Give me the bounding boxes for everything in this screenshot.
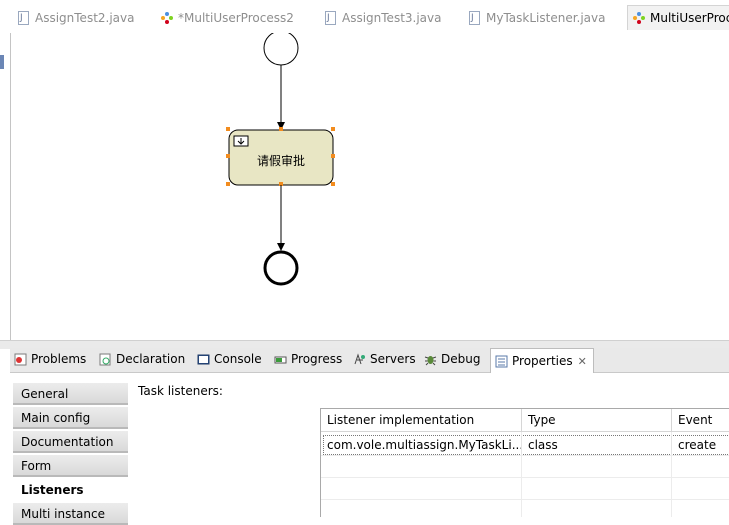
editor-tab-multiuserproc[interactable]: MultiUserProc bbox=[627, 5, 729, 30]
tab-progress[interactable]: Progress bbox=[270, 348, 342, 371]
tab-label: Debug bbox=[441, 352, 481, 366]
section-documentation[interactable]: Documentation bbox=[13, 431, 128, 453]
editor-tab-multiuserprocess2[interactable]: *MultiUserProcess2 bbox=[161, 9, 294, 27]
section-general[interactable]: General bbox=[13, 383, 128, 405]
java-file-icon bbox=[18, 9, 29, 27]
user-task-icon bbox=[233, 135, 249, 147]
section-form[interactable]: Form bbox=[13, 455, 128, 477]
editor-tab-label: MyTaskListener.java bbox=[486, 11, 606, 25]
bpmn-file-icon bbox=[161, 12, 173, 24]
editor-tab-assigntest3[interactable]: AssignTest3.java bbox=[325, 9, 442, 27]
left-gutter bbox=[0, 33, 11, 340]
bpmn-file-icon bbox=[633, 12, 645, 24]
problems-icon bbox=[14, 353, 27, 366]
java-file-icon bbox=[325, 9, 336, 27]
editor-tab-label: AssignTest3.java bbox=[342, 11, 442, 25]
end-event[interactable] bbox=[263, 250, 299, 286]
tab-debug[interactable]: Debug bbox=[420, 348, 480, 371]
tab-problems[interactable]: Problems bbox=[10, 348, 86, 371]
table-cell-type: class bbox=[522, 435, 672, 455]
column-header[interactable]: Type bbox=[522, 409, 672, 432]
column-header[interactable]: Listener implementation bbox=[321, 409, 522, 432]
tab-label: Console bbox=[214, 352, 262, 366]
table-cell-event: create bbox=[672, 435, 729, 455]
process-diagram bbox=[226, 33, 335, 286]
table-cell-implementation: com.vole.multiassign.MyTaskLi... bbox=[321, 435, 522, 455]
tab-label: Servers bbox=[370, 352, 416, 366]
servers-icon bbox=[354, 353, 365, 365]
declaration-icon bbox=[99, 353, 111, 366]
close-icon[interactable]: ✕ bbox=[578, 350, 587, 373]
task-listeners-table: Listener implementation Type Event com.v… bbox=[320, 408, 729, 517]
tab-properties[interactable]: Properties ✕ bbox=[490, 348, 594, 373]
java-file-icon bbox=[469, 9, 480, 27]
start-event[interactable] bbox=[263, 33, 299, 66]
properties-panel: General Main config Documentation Form L… bbox=[10, 373, 729, 525]
tab-label: Properties bbox=[512, 353, 573, 368]
tab-servers[interactable]: Servers bbox=[349, 348, 416, 371]
editor-tab-bar: AssignTest2.java *MultiUserProcess2 Assi… bbox=[0, 0, 729, 34]
selection-handle bbox=[331, 182, 335, 186]
progress-icon bbox=[274, 356, 287, 364]
tab-console[interactable]: Console bbox=[193, 348, 262, 371]
editor-tab-mytasklistener[interactable]: MyTaskListener.java bbox=[469, 9, 606, 27]
editor-tab-label: MultiUserProc bbox=[650, 11, 729, 25]
editor-tab-label: AssignTest2.java bbox=[35, 11, 135, 25]
selection-handle bbox=[331, 127, 335, 131]
tab-label: Progress bbox=[291, 352, 343, 366]
tab-declaration[interactable]: Declaration bbox=[95, 348, 185, 371]
selection-handle bbox=[226, 127, 230, 131]
view-tab-bar: Problems Declaration Console Progress Se… bbox=[10, 348, 729, 373]
editor-tab-label: *MultiUserProcess2 bbox=[178, 11, 294, 25]
task-listeners-label: Task listeners: bbox=[138, 384, 223, 398]
debug-icon bbox=[424, 356, 437, 366]
diagram-canvas[interactable]: 请假审批 bbox=[11, 33, 729, 340]
tab-label: Problems bbox=[31, 352, 87, 366]
section-multi-instance[interactable]: Multi instance bbox=[13, 503, 128, 525]
console-icon bbox=[197, 354, 210, 365]
column-header[interactable]: Event bbox=[672, 409, 729, 432]
selection-handle bbox=[279, 127, 283, 131]
properties-sidebar: General Main config Documentation Form L… bbox=[13, 373, 128, 525]
selection-handle bbox=[226, 182, 230, 186]
section-listeners[interactable]: Listeners bbox=[13, 479, 128, 501]
editor-tab-assigntest2[interactable]: AssignTest2.java bbox=[18, 9, 135, 27]
properties-icon bbox=[495, 355, 508, 367]
user-task-label: 请假审批 bbox=[256, 154, 305, 168]
section-main-config[interactable]: Main config bbox=[13, 407, 128, 429]
tab-label: Declaration bbox=[116, 352, 186, 366]
